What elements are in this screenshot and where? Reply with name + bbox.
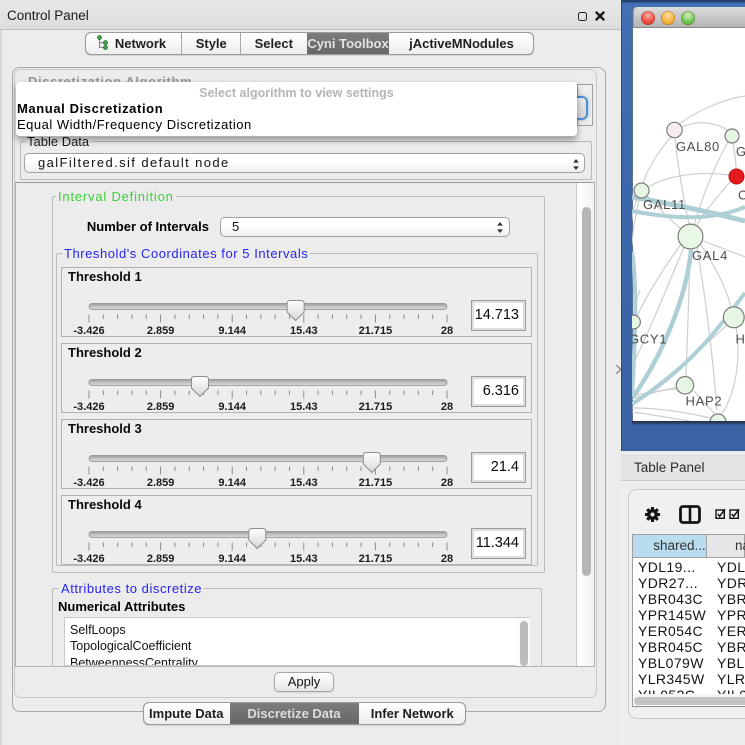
svg-text:GA: GA [736, 144, 745, 159]
svg-text:C: C [738, 188, 745, 203]
svg-text:HAP2: HAP2 [686, 394, 723, 409]
svg-text:H: H [736, 332, 745, 347]
svg-text:GCY1: GCY1 [632, 332, 667, 347]
svg-text:GAL4: GAL4 [692, 248, 728, 263]
svg-text:GAL11: GAL11 [643, 197, 686, 212]
svg-text:GAL80: GAL80 [676, 139, 720, 154]
